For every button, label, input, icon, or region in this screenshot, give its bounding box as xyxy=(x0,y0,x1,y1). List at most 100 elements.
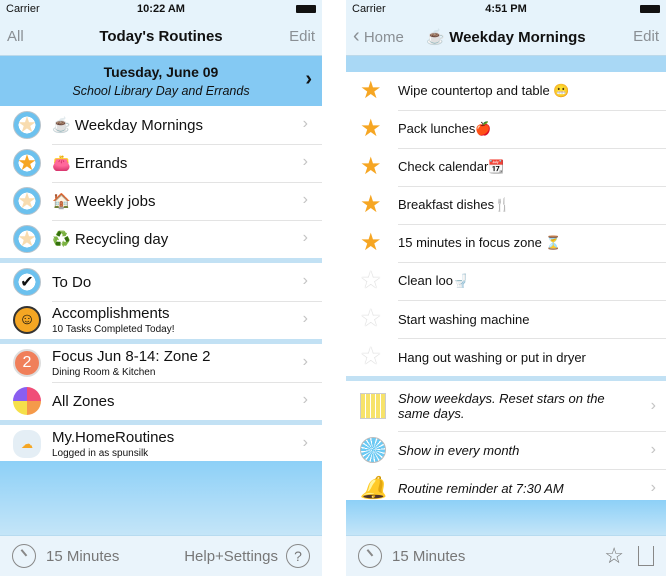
clock-time: 4:51 PM xyxy=(485,3,527,15)
task-row[interactable]: ★ Wipe countertop and table 😬 xyxy=(346,72,666,110)
all-zones-row[interactable]: All Zones › xyxy=(0,382,322,420)
divider xyxy=(346,56,666,72)
star-filled-icon[interactable]: ★ xyxy=(360,79,382,103)
focus-label: Focus Jun 8-14: Zone 2 xyxy=(52,348,211,365)
routine-label: Recycling day xyxy=(74,231,169,248)
chevron-right-icon: › xyxy=(650,479,656,496)
chevron-right-icon: › xyxy=(302,191,308,208)
zone-badge-icon: 2 xyxy=(13,349,41,377)
routine-label: Weekly jobs xyxy=(74,193,156,210)
task-label: Clean loo🚽 xyxy=(398,273,470,288)
setting-label: Show weekdays. Reset stars on the same d… xyxy=(398,391,605,421)
star-icon: ★ xyxy=(13,187,41,215)
zones-label: All Zones xyxy=(52,392,115,410)
cloud-icon: ☁ xyxy=(13,430,41,458)
routine-row[interactable]: ★ ♻️ Recycling day › xyxy=(0,220,322,258)
back-label: Home xyxy=(363,29,404,46)
accomplishments-sub: 10 Tasks Completed Today! xyxy=(52,324,175,335)
chevron-right-icon: › xyxy=(305,68,312,90)
star-outline-icon[interactable]: ☆ xyxy=(604,543,624,569)
timer-button[interactable]: 15 Minutes xyxy=(392,548,465,565)
focus-row[interactable]: 2 Focus Jun 8-14: Zone 2 Dining Room & Kit… xyxy=(0,344,322,382)
star-filled-icon[interactable]: ★ xyxy=(360,231,382,255)
chevron-right-icon: › xyxy=(302,434,308,451)
star-icon: ★ xyxy=(13,111,41,139)
clock-time: 10:22 AM xyxy=(137,3,185,15)
chevron-right-icon: › xyxy=(650,397,656,414)
star-filled-icon[interactable]: ★ xyxy=(360,193,382,217)
accomplishments-row[interactable]: ☺ Accomplishments 10 Tasks Completed Today… xyxy=(0,301,322,339)
timer-icon[interactable] xyxy=(358,544,382,568)
date-banner[interactable]: Tuesday, June 09 School Library Day and … xyxy=(0,56,322,106)
task-row[interactable]: ★ Start washing machine xyxy=(346,300,666,338)
account-label: My.HomeRoutines xyxy=(52,429,175,446)
chevron-right-icon: › xyxy=(302,353,308,370)
task-row[interactable]: ★ Breakfast dishes🍴 xyxy=(346,186,666,224)
nav-bar: ‹ Home ☕ Weekday Mornings Edit xyxy=(346,18,666,56)
star-filled-icon[interactable]: ★ xyxy=(360,155,382,179)
cloud-background xyxy=(346,500,666,535)
task-label: Check calendar📆 xyxy=(398,159,505,174)
routine-row[interactable]: ★ ☕ Weekday Mornings › xyxy=(0,106,322,144)
accomplishments-label: Accomplishments xyxy=(52,305,170,322)
bell-icon: 🔔 xyxy=(360,475,388,500)
edit-button[interactable]: Edit xyxy=(633,28,659,45)
star-empty-icon[interactable]: ★ xyxy=(360,269,382,293)
routine-label: Errands xyxy=(74,155,128,172)
star-icon: ★ xyxy=(13,225,41,253)
routine-row[interactable]: ★ 🏠 Weekly jobs › xyxy=(0,182,322,220)
timer-icon[interactable] xyxy=(12,544,36,568)
month-setting-row[interactable]: Show in every month › xyxy=(346,431,666,469)
todo-row[interactable]: ✔ To Do › xyxy=(0,263,322,301)
chevron-right-icon: › xyxy=(650,441,656,458)
chevron-right-icon: › xyxy=(302,229,308,246)
cloud-background xyxy=(0,461,322,535)
chevron-right-icon: › xyxy=(302,391,308,408)
chevron-right-icon: › xyxy=(302,115,308,132)
chevron-right-icon: › xyxy=(302,153,308,170)
all-button[interactable]: All xyxy=(7,28,24,45)
star-filled-icon[interactable]: ★ xyxy=(360,117,382,141)
coffee-icon: ☕ xyxy=(52,117,71,134)
routine-row[interactable]: ★ 👛 Errands › xyxy=(0,144,322,182)
task-row[interactable]: ★ Pack lunches🍎 xyxy=(346,110,666,148)
task-row[interactable]: ★ Check calendar📆 xyxy=(346,148,666,186)
task-list: ★ Wipe countertop and table 😬 ★ Pack lunche… xyxy=(346,72,666,376)
todo-label: To Do xyxy=(52,273,92,291)
help-settings-button[interactable]: Help+Settings xyxy=(184,548,278,565)
task-row[interactable]: ★ Hang out washing or put in dryer xyxy=(346,338,666,376)
routine-list: ★ ☕ Weekday Mornings › ★ 👛 Errands › ★ 🏠 Week… xyxy=(0,106,322,258)
setting-label: Routine reminder at 7:30 AM xyxy=(398,480,564,496)
share-icon[interactable] xyxy=(638,546,654,566)
edit-button[interactable]: Edit xyxy=(289,28,315,45)
purse-icon: 👛 xyxy=(52,155,71,172)
house-icon: 🏠 xyxy=(52,193,71,210)
help-icon[interactable]: ? xyxy=(286,544,310,568)
chevron-right-icon: › xyxy=(302,272,308,289)
star-empty-icon[interactable]: ★ xyxy=(360,345,382,369)
chevron-right-icon: › xyxy=(302,310,308,327)
right-screen: Carrier 4:51 PM ‹ Home ☕ Weekday Morning… xyxy=(346,0,666,576)
star-icon: ★ xyxy=(13,149,41,177)
weekdays-setting-row[interactable]: Show weekdays. Reset stars on the same d… xyxy=(346,381,666,431)
zones-icon xyxy=(13,387,41,415)
account-sub: Logged in as spunsilk xyxy=(52,448,149,459)
account-row[interactable]: ☁ My.HomeRoutines Logged in as spunsilk › xyxy=(0,425,322,463)
focus-sub: Dining Room & Kitchen xyxy=(52,367,156,378)
task-row[interactable]: ★ 15 minutes in focus zone ⏳ xyxy=(346,224,666,262)
page-title: Today's Routines xyxy=(99,28,223,45)
task-label: Wipe countertop and table 😬 xyxy=(398,83,570,98)
status-bar: Carrier 10:22 AM xyxy=(0,0,322,18)
routine-label: Weekday Mornings xyxy=(74,117,203,134)
setting-label: Show in every month xyxy=(398,442,520,458)
left-screen: Carrier 10:22 AM All Today's Routines Ed… xyxy=(0,0,322,576)
task-row[interactable]: ★ Clean loo🚽 xyxy=(346,262,666,300)
checkmark-star-icon: ✔ xyxy=(13,268,41,296)
toolbar: 15 Minutes Help+Settings ? xyxy=(0,535,322,576)
task-label: 15 minutes in focus zone ⏳ xyxy=(398,235,562,250)
back-button[interactable]: ‹ Home xyxy=(353,25,404,48)
toolbar: 15 Minutes ☆ xyxy=(346,535,666,576)
recycle-icon: ♻️ xyxy=(52,231,71,248)
star-empty-icon[interactable]: ★ xyxy=(360,307,382,331)
timer-button[interactable]: 15 Minutes xyxy=(46,548,119,565)
